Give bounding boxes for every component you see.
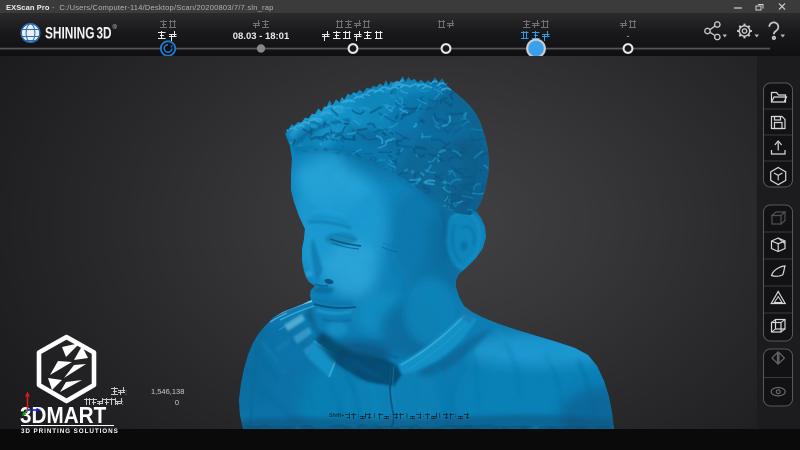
- svg-text:SHINING: SHINING: [45, 25, 95, 43]
